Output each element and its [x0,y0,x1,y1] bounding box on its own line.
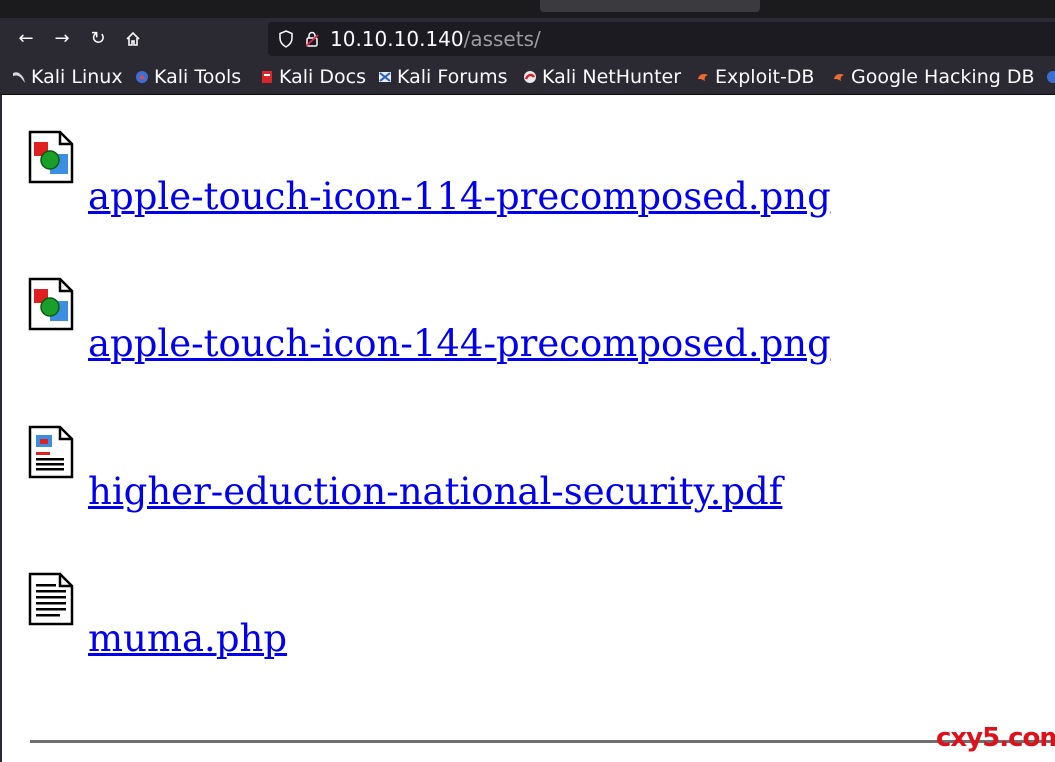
browser-tab[interactable] [540,0,760,12]
address-bar[interactable]: 10.10.10.140/assets/ [268,22,1055,56]
home-icon [126,31,140,46]
bookmarks-toolbar: Kali Linux Kali Tools Kali Docs Kali For… [0,60,1055,95]
horizontal-rule [30,740,1055,743]
url-path: /assets/ [463,27,541,51]
home-button[interactable] [118,24,148,54]
bookmark-label: Google Hacking DB [851,66,1035,88]
document-layout-icon [28,425,74,479]
bookmark-partial-icon [1047,71,1055,83]
kali-nethunter-icon [524,71,536,83]
bookmark-label: Kali Docs [279,66,366,88]
ghdb-icon [834,74,844,81]
kali-docs-icon [262,71,272,83]
forward-button[interactable]: → [47,24,77,54]
bookmark-kali-docs[interactable]: Kali Docs [260,60,366,94]
file-link[interactable]: apple-touch-icon-114-precomposed.png [88,175,831,218]
bookmark-exploit-db[interactable]: Exploit-DB [696,60,814,94]
tab-strip [0,0,1055,18]
bookmark-kali-nethunter[interactable]: Kali NetHunter [523,60,681,94]
bookmark-google-hacking-db[interactable]: Google Hacking DB [832,60,1035,94]
bookmark-overflow[interactable] [1046,60,1055,94]
tracking-protection-shield-icon[interactable] [276,29,296,49]
image-file-icon [28,277,74,331]
file-link[interactable]: muma.php [88,617,287,660]
forward-arrow-icon: → [54,28,70,49]
bookmark-kali-forums[interactable]: Kali Forums [378,60,508,94]
text-file-icon [28,572,74,626]
bookmark-label: Exploit-DB [715,66,815,88]
insecure-lock-icon[interactable] [302,29,322,49]
bookmark-kali-linux[interactable]: Kali Linux [12,60,123,94]
file-link[interactable]: apple-touch-icon-144-precomposed.png [88,322,831,365]
navigation-toolbar: ← → ↻ 10.10.10.140/assets/ [0,18,1055,60]
bookmark-label: Kali NetHunter [542,66,682,88]
bookmark-label: Kali Tools [154,66,242,88]
kali-tools-icon [136,71,148,83]
watermark: cxy5.com [936,723,1055,753]
url-host: 10.10.10.140 [330,27,464,51]
exploit-db-icon [698,74,708,81]
back-arrow-icon: ← [18,28,34,49]
file-link[interactable]: higher-eduction-national-security.pdf [88,470,782,513]
kali-dragon-icon [13,72,25,83]
url-text[interactable]: 10.10.10.140/assets/ [330,22,541,56]
reload-button[interactable]: ↻ [83,24,113,54]
directory-listing: apple-touch-icon-114-precomposed.png app… [0,95,1055,762]
bookmark-label: Kali Forums [397,66,508,88]
image-file-icon [28,130,74,184]
bookmark-kali-tools[interactable]: Kali Tools [135,60,241,94]
bookmark-label: Kali Linux [31,66,123,88]
reload-icon: ↻ [90,28,106,49]
kali-forums-icon [379,72,391,82]
back-button[interactable]: ← [11,24,41,54]
